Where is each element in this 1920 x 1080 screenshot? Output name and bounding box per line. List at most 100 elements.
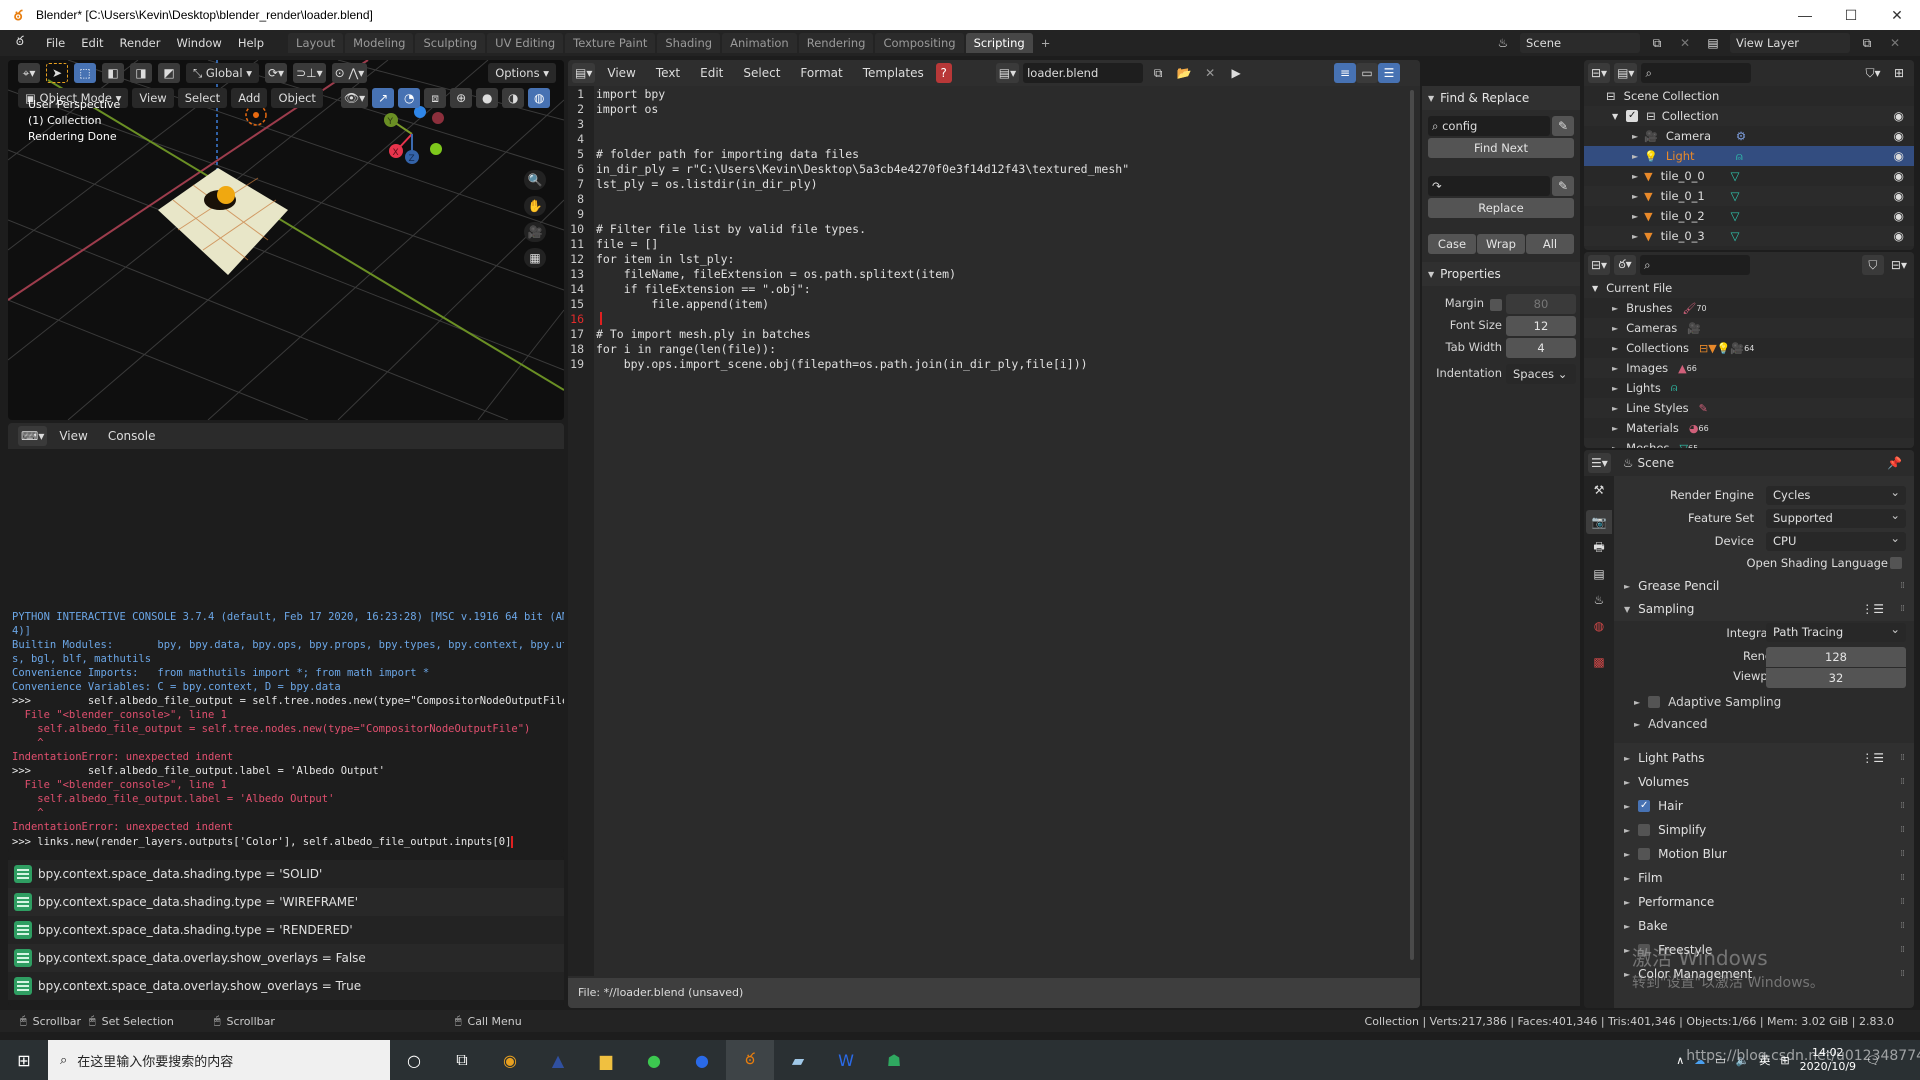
new-scene-icon[interactable]: ⧉ [1646,33,1668,53]
expand-arrow-icon[interactable]: ► [1632,152,1638,161]
close-button[interactable]: ✕ [1874,7,1920,24]
blend-item-collections[interactable]: ► Collections ⊟▼💡🎥 64 [1584,338,1914,358]
workspace-tab-rendering[interactable]: Rendering [798,33,874,53]
replace-eyedropper-icon[interactable]: ✎ [1552,176,1574,196]
menu-edit[interactable]: Edit [73,36,111,50]
text-editor[interactable]: ▤▾ View Text Edit Select Format Template… [568,60,1420,1008]
workspace-tab-texture-paint[interactable]: Texture Paint [565,33,656,53]
adaptive-sampling-checkbox[interactable] [1648,696,1661,708]
section-light-paths[interactable]: ► Light Paths ⋮☰ ⁞⁞ [1614,746,1914,770]
outliner-item-tile-0-3[interactable]: ► ▼ tile_0_3 ▽ ◉ [1584,226,1914,246]
info-log-entry[interactable]: bpy.context.space_data.shading.type = 'W… [8,888,564,916]
visibility-eye-icon[interactable]: ◉ [1894,229,1904,243]
expand-arrow-icon[interactable]: ► [1612,364,1618,373]
outliner-scene-collection[interactable]: ⊟ Scene Collection [1584,86,1914,106]
expand-arrow-icon[interactable]: ► [1632,212,1638,221]
workspace-tab-modeling[interactable]: Modeling [345,33,414,53]
scene-tab-icon[interactable]: ♨ [1586,588,1612,612]
expand-arrow-icon[interactable]: ► [1612,384,1618,393]
tool-tab-icon[interactable]: ⚒ [1586,478,1612,502]
blender-file-mode-icon[interactable]: ఠ▾ [1614,255,1637,275]
code-line[interactable]: 18 for i in range(len(file)): [568,342,1129,357]
section-film[interactable]: ► Film ⁞⁞ [1614,866,1914,890]
viewport-menu-view[interactable]: View [132,88,174,108]
code-line[interactable]: 11 file = [] [568,237,1129,252]
editor-type-outliner-icon[interactable]: ⊟▾ [1588,63,1611,83]
properties-editor[interactable]: ☰▾ ♨ Scene 📌 ⚒ 📷 🖶 ▤ ♨ ◍ ▩ Render Engine… [1584,450,1914,1008]
overlay-toggle-icon[interactable]: ◔ [398,88,421,108]
collection-checkbox[interactable]: ✓ [1626,110,1639,122]
workspace-tab-animation[interactable]: Animation [722,33,797,53]
menu-file[interactable]: File [38,36,73,50]
drag-grip-icon[interactable]: ⁞⁞ [1900,777,1905,787]
section-simplify[interactable]: ► Simplify ⁞⁞ [1614,818,1914,842]
expand-arrow-icon[interactable]: ► [1632,232,1638,241]
visibility-eye-icon[interactable]: ◉ [1894,149,1904,163]
drag-grip-icon[interactable]: ⁞⁞ [1900,921,1905,931]
gizmo-toggle-icon[interactable]: ↗ [372,88,395,108]
drag-grip-icon[interactable]: ⁞⁞ [1900,753,1905,763]
camera-view-icon[interactable]: 🎥 [524,222,546,242]
code-line[interactable]: 7 lst_ply = os.listdir(in_dir_ply) [568,177,1129,192]
presets-list-icon[interactable]: ⋮☰ [1861,751,1884,765]
blend-item-cameras[interactable]: ► Cameras 🎥 [1584,318,1914,338]
expand-arrow-icon[interactable]: ► [1632,192,1638,201]
expand-arrow-icon[interactable]: ▼ [1592,284,1598,293]
expand-arrow-icon[interactable]: ► [1612,424,1618,433]
code-line[interactable]: 2 import os [568,102,1129,117]
text-menu-edit[interactable]: Edit [692,66,731,80]
expand-arrow-icon[interactable]: ► [1612,444,1618,449]
select-mode-subtract-icon[interactable]: ◨ [130,63,152,83]
shading-material-icon[interactable]: ◑ [502,88,525,108]
expand-arrow-icon[interactable]: ► [1612,404,1618,413]
workspace-tab-uv-editing[interactable]: UV Editing [487,33,564,53]
blend-file-search-input[interactable]: ⌕ [1640,255,1751,275]
freestyle-checkbox[interactable] [1638,944,1651,956]
osl-checkbox[interactable] [1890,557,1902,569]
outliner-item-tile-0-1[interactable]: ► ▼ tile_0_1 ▽ ◉ [1584,186,1914,206]
blend-file-collection-icon[interactable]: ⊟▾ [1888,255,1910,275]
render-samples-field[interactable]: 128 [1766,647,1906,667]
orthographic-grid-icon[interactable]: ▦ [524,248,546,268]
code-line[interactable]: 17 # To import mesh.ply in batches [568,327,1129,342]
text-menu-format[interactable]: Format [792,66,850,80]
mesh-data-icon[interactable]: ▽ [1731,229,1740,243]
code-line[interactable]: 4 [568,132,1129,147]
find-eyedropper-icon[interactable]: ✎ [1552,116,1574,136]
feature-set-dropdown[interactable]: Supported [1766,506,1906,528]
remove-view-layer-icon[interactable]: ✕ [1884,33,1906,53]
replace-input[interactable]: ↷ [1428,176,1550,196]
visibility-eye-icon[interactable]: ◉ [1894,109,1904,123]
outliner-search-input[interactable]: ⌕ [1641,63,1752,83]
blend-item-materials[interactable]: ► Materials ◕ 66 [1584,418,1914,438]
code-line[interactable]: 13 fileName, fileExtension = os.path.spl… [568,267,1129,282]
grease-pencil-section[interactable]: ► Grease Pencil ⁞⁞ [1614,574,1914,598]
blend-file-browser[interactable]: ⊟▾ ఠ▾ ⌕ ⛉ ⊟▾ ▼ Current File ► Brushes 🖌 70 ► C… [1584,252,1914,448]
font-size-field[interactable]: 12 [1506,316,1576,336]
pan-hand-icon[interactable]: ✋ [524,196,546,216]
view-layer-tab-icon[interactable]: ▤ [1586,562,1612,586]
drag-grip-icon[interactable]: ⁞⁞ [1900,604,1905,614]
code-line[interactable]: 9 [568,207,1129,222]
workspace-tab-shading[interactable]: Shading [657,33,721,53]
info-log-entry[interactable]: bpy.context.space_data.overlay.show_over… [8,972,564,1000]
world-tab-icon[interactable]: ◍ [1586,614,1612,638]
device-dropdown[interactable]: CPU [1766,529,1906,551]
outliner-item-camera[interactable]: ► 🎥 Camera ⚙ ◉ [1584,126,1914,146]
notepad-icon[interactable]: ▰ [774,1040,822,1080]
scene-selector[interactable]: Scene [1520,33,1640,53]
display-mode-icon[interactable]: ▤▾ [1614,63,1638,83]
code-line[interactable]: 3 [568,117,1129,132]
word-wrap-toggle-icon[interactable]: ▭ [1356,63,1378,83]
mesh-object[interactable] [217,186,235,204]
code-line[interactable]: 10 # Filter file list by valid file types… [568,222,1129,237]
proportional-edit-icon[interactable]: ⊙ ⋀▾ [331,63,368,83]
mesh-data-icon[interactable]: ▽ [1731,189,1740,203]
shading-solid-icon[interactable]: ● [476,88,499,108]
chrome-icon[interactable]: ◉ [486,1040,534,1080]
find-replace-header[interactable]: ▼ Find & Replace [1422,86,1580,110]
code-area[interactable]: 1 import bpy 2 import os 3 4 5 # folder path fo… [568,87,1129,372]
replace-button[interactable]: Replace [1428,198,1574,218]
text-menu-view[interactable]: View [599,66,643,80]
new-collection-icon[interactable]: ⊞ [1888,63,1910,83]
